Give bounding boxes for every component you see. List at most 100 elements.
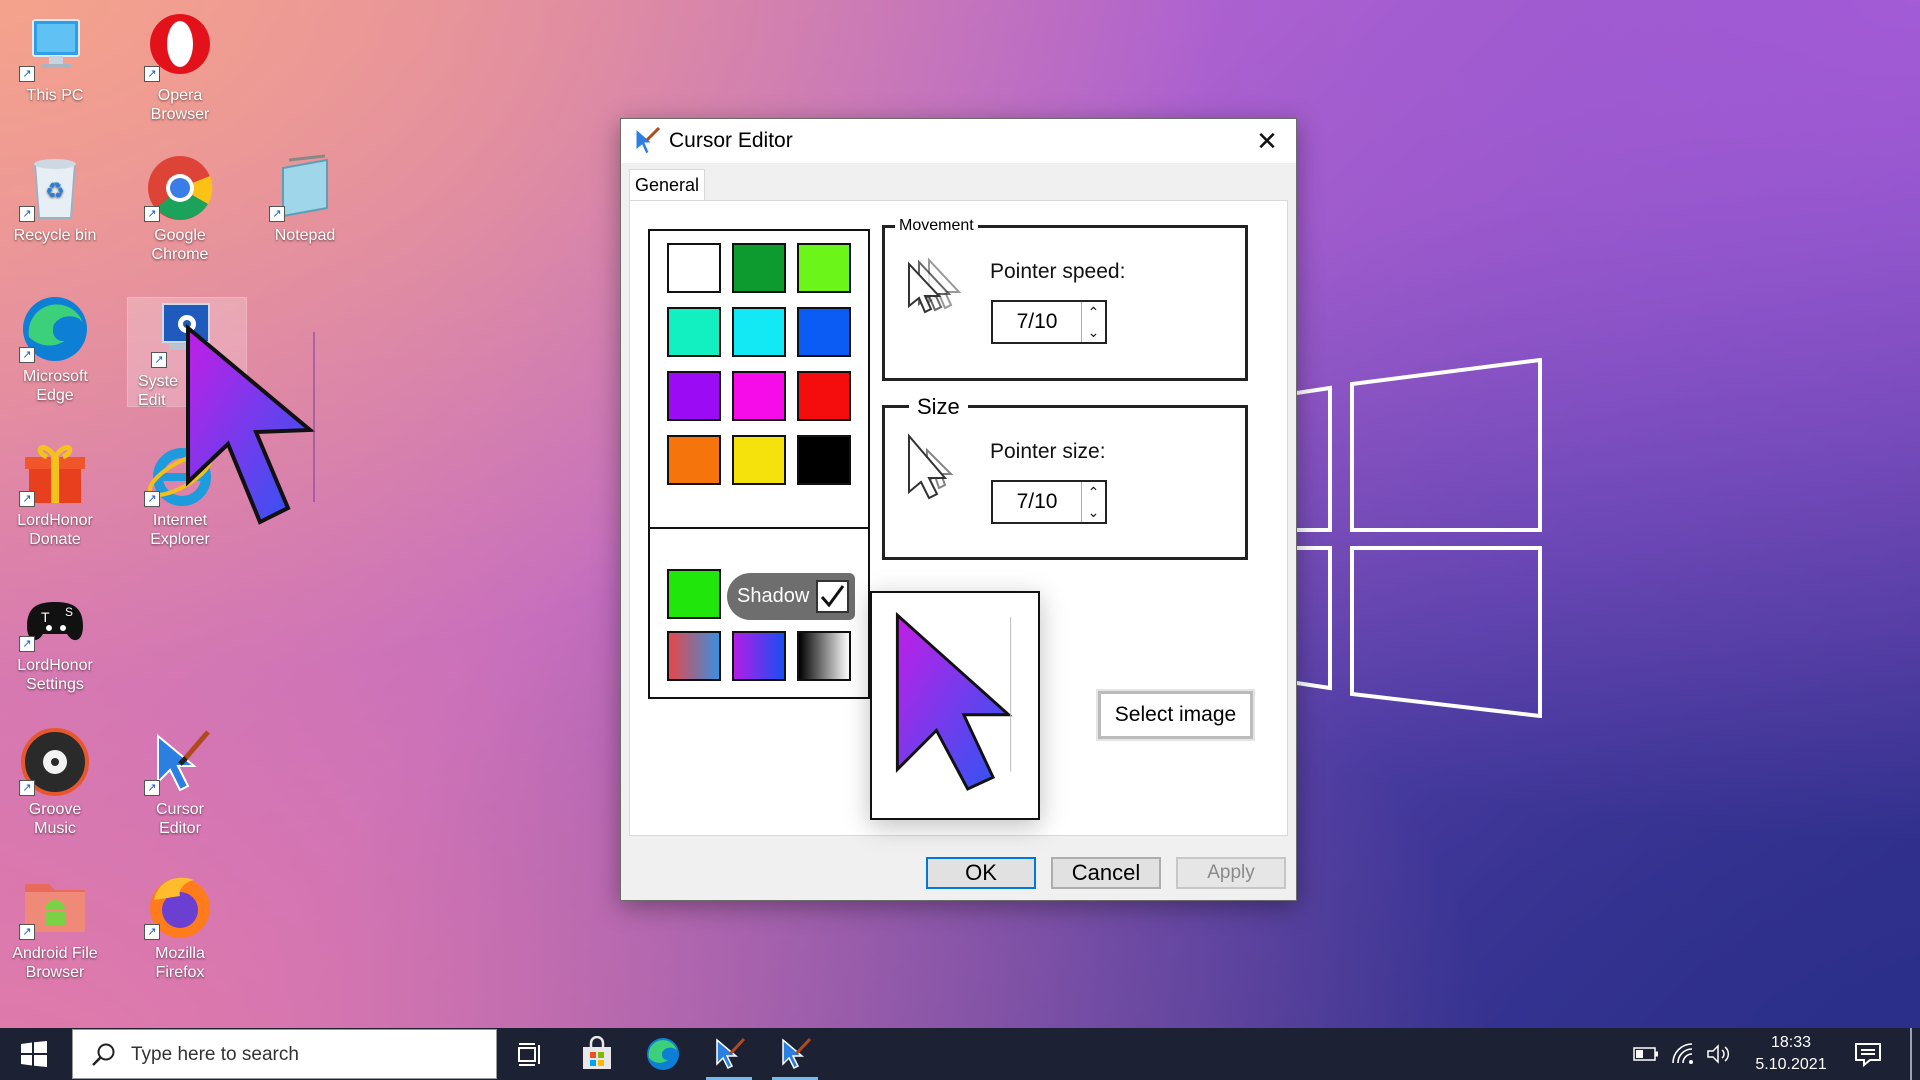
search-icon [92,1043,115,1066]
desktop-icon-lordhonor-settings[interactable]: T S ↗ LordHonor Settings [0,582,114,694]
icon-label: Microsoft Edge [23,368,88,404]
pointer-speed-label: Pointer speed: [990,260,1126,283]
wifi-icon[interactable] [1670,1041,1696,1067]
color-swatch[interactable] [667,307,721,357]
color-swatch[interactable] [732,435,786,485]
icon-label: LordHonor Settings [17,657,93,693]
color-swatch[interactable] [667,243,721,293]
notification-center-icon[interactable] [1852,1038,1884,1070]
desktop-icon-groove-music[interactable]: ↗ Groove Music [0,726,114,838]
taskbar-cursor-editor-1[interactable] [698,1028,760,1080]
cursor-preview-icon [895,611,1013,791]
size-legend: Size [909,394,968,420]
shadow-checkbox[interactable] [816,580,849,613]
chevron-up-icon[interactable]: ⌃ [1082,482,1105,502]
cursor-editor-icon [782,1037,812,1070]
taskbar-cursor-editor-2[interactable] [764,1028,826,1080]
taskbar-store[interactable] [566,1028,628,1080]
taskbar-edge[interactable] [632,1028,694,1080]
spinner-arrows: ⌃ ⌄ [1081,482,1105,522]
color-swatch[interactable] [797,307,851,357]
dialog-titlebar[interactable]: Cursor Editor ✕ [621,119,1296,163]
desktop-icon-this-pc[interactable]: ↗ This PC [0,12,114,105]
pointer-speed-spinner[interactable]: 7/10 ⌃ ⌄ [991,300,1107,344]
tab-strip: General [629,169,706,201]
movement-group: Movement Pointer speed: 7/10 ⌃ ⌄ [882,217,1248,381]
shortcut-arrow-icon: ↗ [19,780,35,796]
pointer-trail-icon [908,257,962,314]
shortcut-arrow-icon: ↗ [144,780,160,796]
close-icon[interactable]: ✕ [1250,125,1284,157]
pointer-size-label: Pointer size: [990,440,1106,463]
desktop-icon-notepad[interactable]: ↗ Notepad [246,152,364,245]
shortcut-arrow-icon: ↗ [144,924,160,940]
show-desktop-button[interactable] [1910,1028,1912,1080]
chevron-down-icon[interactable]: ⌄ [1082,322,1105,342]
gradient-black-white-swatch[interactable] [797,631,851,681]
icon-label: Groove Music [28,801,82,837]
start-button[interactable] [0,1028,68,1080]
svg-text:T: T [41,609,50,625]
desktop-icon-chrome[interactable]: ↗ Google Chrome [121,152,239,264]
shortcut-arrow-icon: ↗ [144,491,160,507]
shortcut-arrow-icon: ↗ [269,206,285,222]
store-icon [583,1036,611,1069]
color-swatch[interactable] [797,435,851,485]
cursor-preview [870,591,1040,820]
color-swatch[interactable] [667,435,721,485]
edge-icon [647,1038,679,1070]
battery-icon[interactable] [1632,1043,1660,1065]
color-swatch[interactable] [797,371,851,421]
svg-text:♻: ♻ [45,178,65,203]
color-swatch[interactable] [667,371,721,421]
color-swatch[interactable] [732,243,786,293]
gradient-red-blue-swatch[interactable] [667,631,721,681]
pointer-size-spinner[interactable]: 7/10 ⌃ ⌄ [991,480,1107,524]
color-swatch[interactable] [732,307,786,357]
taskbar-clock[interactable]: 18:33 5.10.2021 [1748,1032,1834,1076]
volume-icon[interactable] [1706,1042,1732,1066]
color-swatch[interactable] [732,371,786,421]
chevron-up-icon[interactable]: ⌃ [1082,302,1105,322]
movement-legend: Movement [895,217,978,235]
desktop-icon-lordhonor-donate[interactable]: ↗ LordHonor Donate [0,437,114,549]
desktop-icon-android-file-browser[interactable]: ↗ Android File Browser [0,870,114,982]
icon-label: Android File Browser [12,945,98,981]
icon-label: Cursor Editor [155,801,204,837]
checkmark-icon [820,585,845,608]
icon-label: Syste Edit [138,373,179,409]
taskbar-search-box[interactable]: Type here to search [72,1029,497,1079]
cursor-editor-dialog: Cursor Editor ✕ General Shadow Movement [620,118,1297,901]
desktop-icon-cursor-editor[interactable]: ↗ Cursor Editor [121,726,239,838]
size-group: Size Pointer size: 7/10 ⌃ ⌄ [882,394,1248,560]
shortcut-arrow-icon: ↗ [19,66,35,82]
desktop-icon-opera[interactable]: ↗ Opera Browser [121,12,239,124]
shadow-toggle[interactable]: Shadow [727,573,855,620]
dialog-title: Cursor Editor [669,129,793,152]
single-color-swatch[interactable] [667,569,721,619]
desktop-icon-firefox[interactable]: ↗ Mozilla Firefox [121,870,239,982]
ok-button[interactable]: OK [926,857,1036,889]
apply-button[interactable]: Apply [1176,857,1286,889]
tab-general[interactable]: General [629,169,706,201]
pointer-speed-value[interactable]: 7/10 [993,302,1081,342]
desktop-icon-edge[interactable]: ↗ Microsoft Edge [0,293,114,405]
clock-time: 18:33 [1770,1034,1812,1051]
shortcut-arrow-icon: ↗ [19,206,35,222]
icon-label: LordHonor Donate [17,512,93,548]
color-swatch[interactable] [797,243,851,293]
desktop-icon-recycle-bin[interactable]: ♻ ↗ Recycle bin [0,152,114,245]
task-view-icon [518,1043,540,1066]
icon-label: Notepad [274,227,336,244]
cursor-editor-icon [635,126,661,155]
icon-label: Opera Browser [150,87,210,123]
shortcut-arrow-icon: ↗ [19,924,35,940]
taskbar-task-view[interactable] [499,1028,561,1080]
chevron-down-icon[interactable]: ⌄ [1082,502,1105,522]
icon-label: Mozilla Firefox [155,945,205,981]
select-image-button[interactable]: Select image [1096,689,1255,741]
pointer-size-value[interactable]: 7/10 [993,482,1081,522]
cursor-editor-icon [716,1037,746,1070]
gradient-purple-blue-swatch[interactable] [732,631,786,681]
cancel-button[interactable]: Cancel [1051,857,1161,889]
